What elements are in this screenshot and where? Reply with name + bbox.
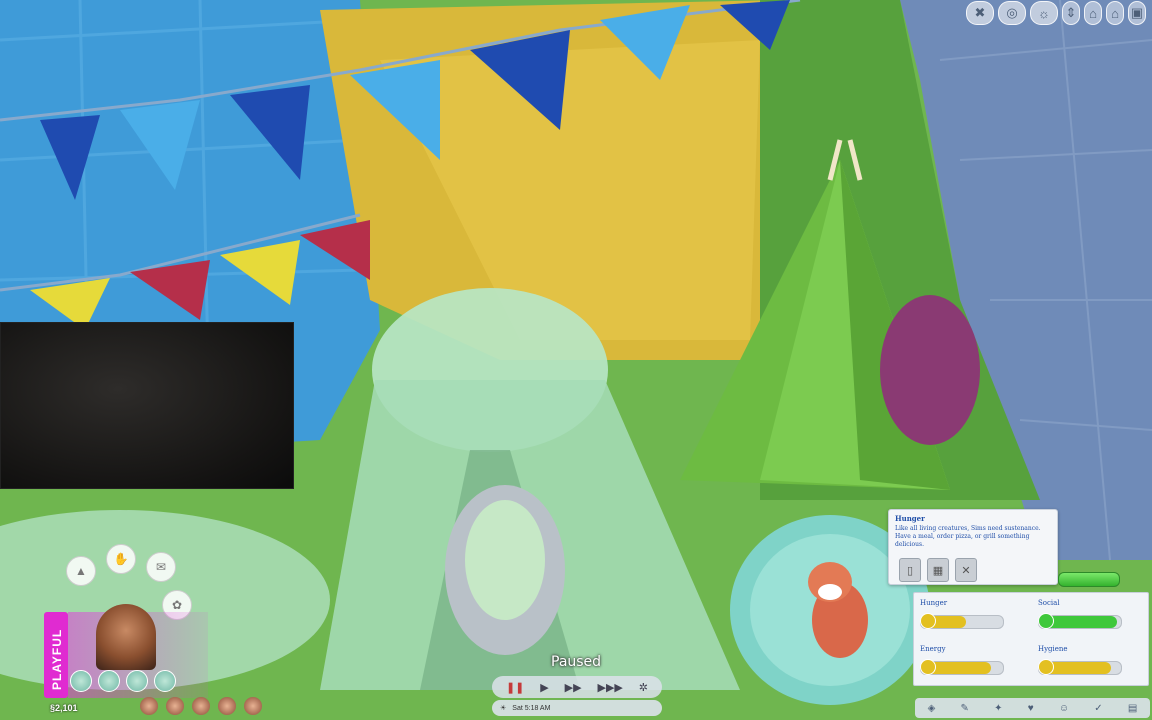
need-knob xyxy=(920,613,936,629)
emotion-label: PLAYFUL xyxy=(50,628,64,690)
motive-button-4[interactable] xyxy=(154,670,176,692)
family-bar xyxy=(140,694,370,718)
need-knob xyxy=(1038,659,1054,675)
house-outline-icon[interactable]: ⌂ xyxy=(1106,1,1124,25)
inventory-icon[interactable]: ▤ xyxy=(1128,703,1137,714)
fridge-icon: ▯ xyxy=(899,558,921,582)
want-bubble-1[interactable]: ▲ xyxy=(66,556,96,586)
need-social[interactable]: Social xyxy=(1032,593,1142,633)
lightbulb-icon[interactable]: ☼ xyxy=(1030,1,1058,25)
clock-bar: ☀ Sat 5:18 AM xyxy=(492,700,662,716)
top-toolbar: ✖ ◎ ☼ ⇕ ⌂ ⌂ ▣ xyxy=(966,1,1146,25)
need-energy[interactable]: Energy xyxy=(914,639,1024,679)
tools-icon[interactable]: ✖ xyxy=(966,1,994,25)
sun-icon: ☀ xyxy=(500,705,507,712)
family-portrait[interactable] xyxy=(140,697,158,715)
utensils-icon: ✕ xyxy=(955,558,977,582)
need-hunger[interactable]: Hunger xyxy=(914,593,1024,633)
need-label: Hunger xyxy=(920,599,948,607)
need-knob xyxy=(1038,613,1054,629)
relationships-icon[interactable]: ♥ xyxy=(1028,703,1034,714)
simology-icon[interactable]: ☺ xyxy=(1059,703,1069,714)
need-hygiene[interactable]: Hygiene xyxy=(1032,639,1142,679)
want-bubble-3[interactable]: ✉ xyxy=(146,552,176,582)
family-portrait[interactable] xyxy=(192,697,210,715)
tooltip-icons: ▯ ▦ ✕ xyxy=(899,558,977,582)
map-icon[interactable]: ◎ xyxy=(998,1,1026,25)
speed-controls: ❚❚ ▶ ▶▶ ▶▶▶ ✲ xyxy=(492,676,662,698)
hunger-tooltip: Hunger Like all living creatures, Sims n… xyxy=(888,509,1058,585)
family-portrait[interactable] xyxy=(166,697,184,715)
stove-icon: ▦ xyxy=(927,558,949,582)
needs-tab-icon[interactable]: ✓ xyxy=(1094,703,1102,714)
camera-icon[interactable]: ▣ xyxy=(1128,1,1146,25)
motive-button-1[interactable] xyxy=(70,670,92,692)
ultra-speed-button[interactable]: ▶▶▶ xyxy=(598,681,623,694)
house-icon[interactable]: ⌂ xyxy=(1084,1,1102,25)
need-knob xyxy=(920,659,936,675)
household-funds: §2,101 xyxy=(50,703,78,713)
tooltip-body: Like all living creatures, Sims need sus… xyxy=(895,525,1041,548)
skills-icon[interactable]: ✎ xyxy=(961,703,969,714)
game-clock: Sat 5:18 AM xyxy=(512,704,551,712)
settings-icon[interactable]: ✲ xyxy=(639,681,648,694)
career-icon[interactable]: ◈ xyxy=(928,703,936,714)
need-label: Hygiene xyxy=(1038,645,1068,653)
webcam-overlay xyxy=(0,322,294,489)
need-label: Social xyxy=(1038,599,1060,607)
want-bubble-2[interactable]: ✋ xyxy=(106,544,136,574)
bottom-right-toolbar: ◈ ✎ ✦ ♥ ☺ ✓ ▤ xyxy=(915,698,1150,718)
aspiration-tab-icon[interactable]: ✦ xyxy=(994,703,1002,714)
fast-forward-button[interactable]: ▶▶ xyxy=(565,681,582,694)
motive-button-3[interactable] xyxy=(126,670,148,692)
motive-button-2[interactable] xyxy=(98,670,120,692)
family-portrait[interactable] xyxy=(218,697,236,715)
family-portrait[interactable] xyxy=(244,697,262,715)
play-button[interactable]: ▶ xyxy=(540,681,548,694)
need-bar-partial xyxy=(1058,572,1120,587)
sim-portrait[interactable] xyxy=(96,604,156,670)
need-label: Energy xyxy=(920,645,946,653)
tooltip-title: Hunger xyxy=(895,514,925,523)
needs-panel: Hunger Social Energy Hygiene xyxy=(913,592,1149,686)
paused-label: Paused xyxy=(551,654,602,670)
arrows-icon[interactable]: ⇕ xyxy=(1062,1,1080,25)
pause-button[interactable]: ❚❚ xyxy=(506,681,524,694)
